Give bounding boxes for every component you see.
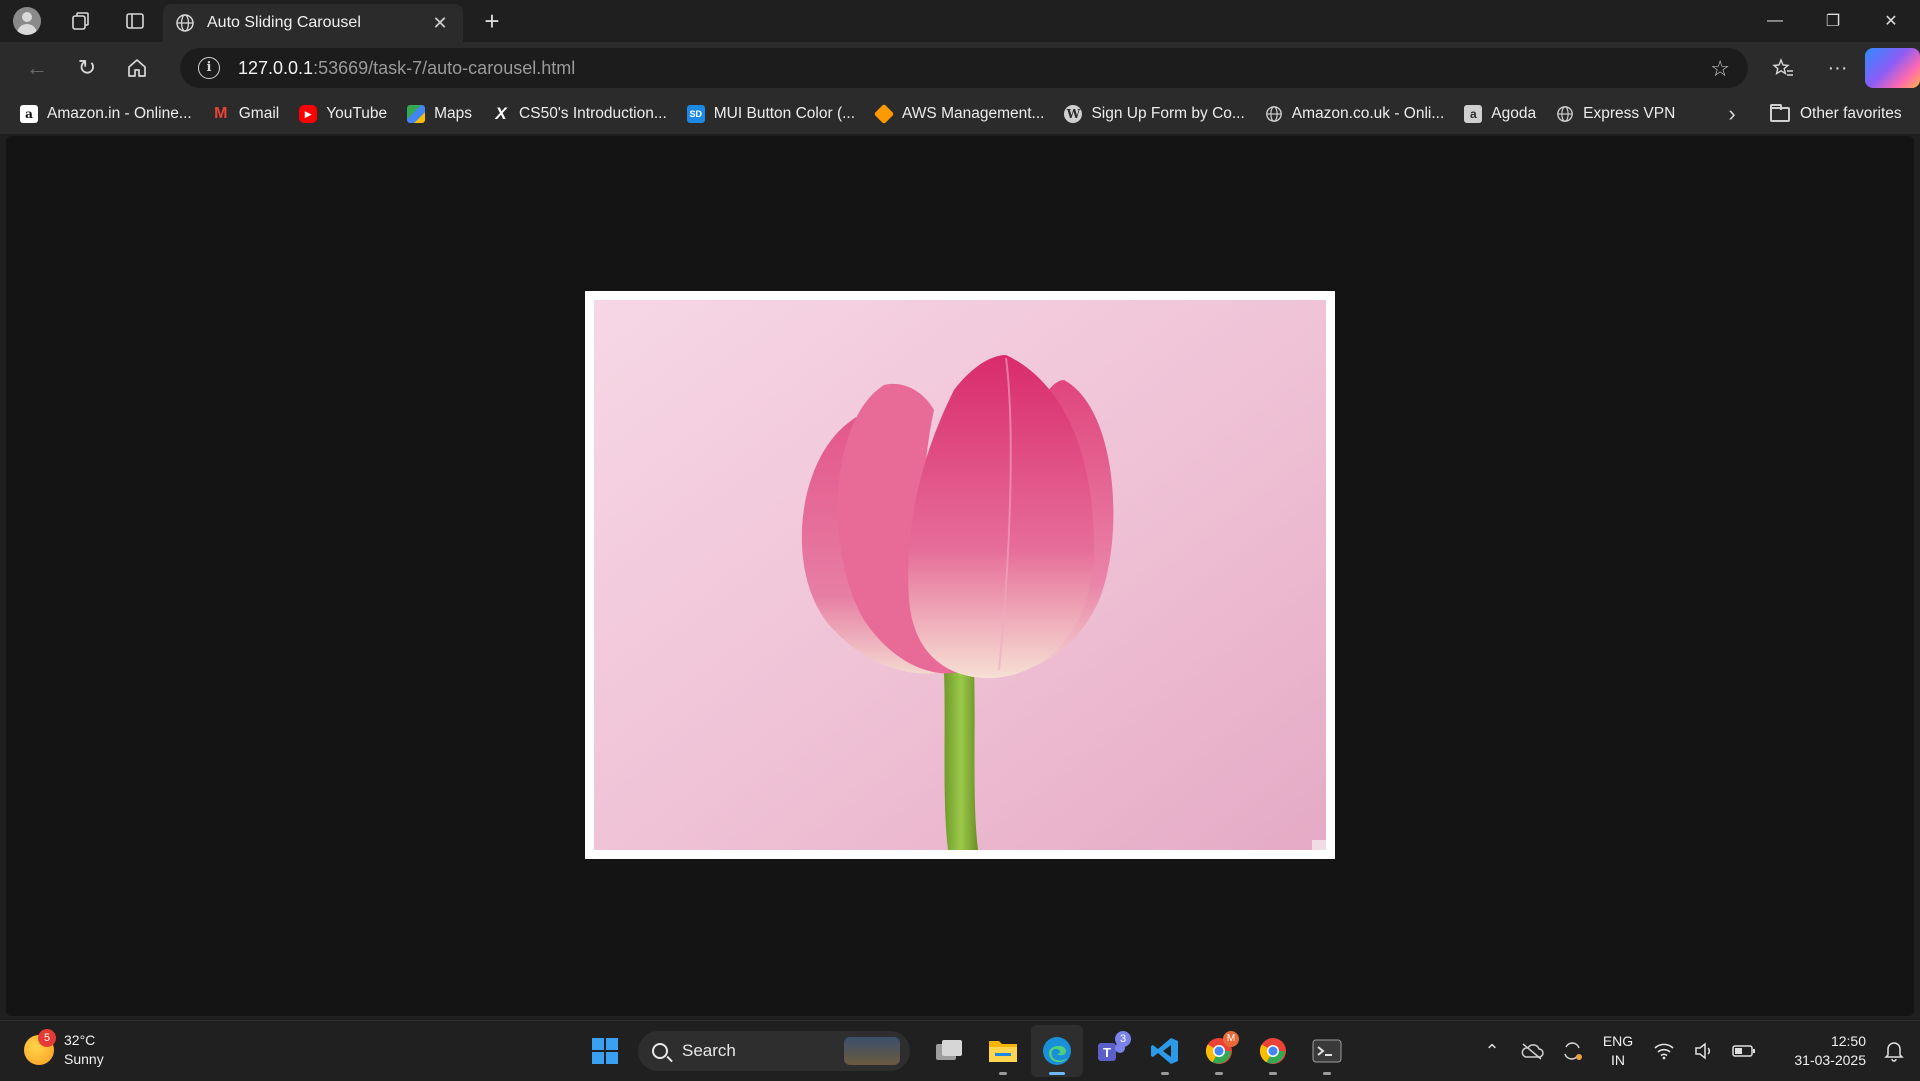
system-clock[interactable]: 12:50 31-03-2025 xyxy=(1776,1032,1866,1070)
taskbar-terminal[interactable] xyxy=(1301,1025,1353,1077)
system-tray: ⌃ ENG IN 12:50 31-03-2025 xyxy=(1472,1021,1920,1081)
notifications-bell-icon[interactable] xyxy=(1874,1031,1914,1071)
tab-auto-sliding-carousel[interactable]: Auto Sliding Carousel ✕ xyxy=(163,4,463,42)
taskbar-teams[interactable]: T 3 xyxy=(1085,1025,1137,1077)
settings-more-button[interactable]: ··· xyxy=(1810,48,1865,88)
folder-icon xyxy=(1770,103,1790,122)
bookmarks-bar: a Amazon.in - Online... M Gmail ▶ YouTube M… xyxy=(0,94,1920,134)
task-view-icon xyxy=(936,1040,962,1060)
close-tab-icon[interactable]: ✕ xyxy=(429,13,451,34)
weather-temperature: 32°C xyxy=(64,1032,96,1048)
taskbar-chrome-profile[interactable]: M xyxy=(1193,1025,1245,1077)
gmail-icon: M xyxy=(214,105,228,122)
sync-icon[interactable] xyxy=(1552,1031,1592,1071)
favorites-button[interactable] xyxy=(1755,48,1810,88)
refresh-button[interactable]: ↻ xyxy=(62,48,112,88)
windows-icon xyxy=(592,1038,618,1064)
sd-icon: SD xyxy=(686,105,705,123)
page-viewport xyxy=(6,136,1914,1016)
globe-icon xyxy=(176,14,194,32)
copilot-button[interactable] xyxy=(1865,48,1920,88)
minimize-button[interactable]: — xyxy=(1746,0,1804,42)
input-language[interactable]: ENG IN xyxy=(1592,1032,1644,1070)
start-button[interactable] xyxy=(579,1025,631,1077)
vertical-tabs-icon xyxy=(126,13,144,29)
agoda-icon: a xyxy=(1464,105,1483,123)
show-hidden-icons-chevron-icon[interactable]: ⌃ xyxy=(1472,1031,1512,1071)
taskbar-edge[interactable] xyxy=(1031,1025,1083,1077)
taskbar-vscode[interactable] xyxy=(1139,1025,1191,1077)
bookmark-maps[interactable]: Maps xyxy=(397,98,482,130)
x-icon: X xyxy=(495,104,507,123)
bookmark-agoda[interactable]: a Agoda xyxy=(1454,98,1546,130)
chrome-profile-badge: M xyxy=(1223,1031,1239,1047)
bookmark-amazon-in[interactable]: a Amazon.in - Online... xyxy=(10,98,202,130)
new-tab-button[interactable]: + xyxy=(478,8,506,36)
bookmark-aws[interactable]: AWS Management... xyxy=(865,98,1054,130)
chrome-icon xyxy=(1259,1038,1286,1064)
bookmark-sign-up-form[interactable]: W Sign Up Form by Co... xyxy=(1054,98,1254,130)
bookmark-youtube[interactable]: ▶ YouTube xyxy=(289,98,397,130)
title-bar: Auto Sliding Carousel ✕ + — ❐ ✕ xyxy=(0,0,1920,42)
globe-icon xyxy=(1556,105,1574,123)
maps-icon xyxy=(407,105,426,123)
home-button[interactable] xyxy=(112,48,162,88)
onedrive-icon[interactable] xyxy=(1512,1031,1552,1071)
weather-widget[interactable]: 5 32°C Sunny xyxy=(24,1029,104,1069)
aws-icon xyxy=(873,103,895,125)
navigation-bar: ← ↻ i 127.0.0.1:53669/task-7/auto-carous… xyxy=(0,42,1920,94)
task-view-button[interactable] xyxy=(923,1025,975,1077)
search-highlight-icon xyxy=(844,1037,900,1065)
address-bar[interactable]: i 127.0.0.1:53669/task-7/auto-carousel.h… xyxy=(180,48,1748,88)
more-bookmarks-chevron-icon[interactable]: › xyxy=(1716,98,1748,130)
taskbar: 5 32°C Sunny Search T 3 M ⌃ ENG IN 12:50… xyxy=(0,1020,1920,1080)
vertical-tabs-button[interactable] xyxy=(108,0,162,42)
home-icon xyxy=(128,59,146,77)
wordpress-icon: W xyxy=(1064,105,1083,123)
bookmark-cs50[interactable]: X CS50's Introduction... xyxy=(482,98,677,130)
copilot-icon xyxy=(1865,48,1920,88)
back-button[interactable]: ← xyxy=(12,48,62,88)
carousel-frame xyxy=(585,291,1335,859)
teams-badge: 3 xyxy=(1115,1031,1131,1047)
bookmark-amazon-co-uk[interactable]: Amazon.co.uk - Onli... xyxy=(1255,98,1454,130)
profile-button[interactable] xyxy=(0,0,54,42)
volume-icon[interactable] xyxy=(1684,1031,1724,1071)
favorite-star-icon[interactable]: ☆ xyxy=(1710,56,1730,82)
weather-badge: 5 xyxy=(38,1029,56,1047)
bookmark-express-vpn[interactable]: Express VPN xyxy=(1546,98,1685,130)
vscode-icon xyxy=(1151,1038,1178,1064)
sun-icon: 5 xyxy=(24,1029,56,1065)
weather-condition: Sunny xyxy=(64,1051,104,1067)
taskbar-file-explorer[interactable] xyxy=(977,1025,1029,1077)
site-info-icon[interactable]: i xyxy=(198,57,220,79)
profile-avatar-icon xyxy=(13,7,41,35)
file-explorer-icon xyxy=(989,1041,1017,1062)
workspaces-button[interactable] xyxy=(54,0,108,42)
carousel-slide[interactable] xyxy=(594,300,1326,850)
terminal-icon xyxy=(1312,1039,1342,1063)
globe-icon xyxy=(1265,105,1283,123)
favorites-icon xyxy=(1771,58,1793,76)
bookmark-gmail[interactable]: M Gmail xyxy=(202,98,289,130)
youtube-icon: ▶ xyxy=(299,105,318,123)
bookmark-mui-button[interactable]: SD MUI Button Color (... xyxy=(677,98,865,130)
close-window-button[interactable]: ✕ xyxy=(1862,0,1920,42)
svg-text:T: T xyxy=(1103,1045,1111,1060)
search-icon xyxy=(652,1043,668,1059)
restore-button[interactable]: ❐ xyxy=(1804,0,1862,42)
url-text: 127.0.0.1:53669/task-7/auto-carousel.htm… xyxy=(238,57,576,78)
tulip-image xyxy=(594,300,1326,850)
taskbar-chrome[interactable] xyxy=(1247,1025,1299,1077)
amazon-icon: a xyxy=(20,105,38,123)
other-favorites-folder[interactable]: Other favorites xyxy=(1770,98,1902,130)
taskbar-search[interactable]: Search xyxy=(638,1031,910,1071)
battery-icon[interactable] xyxy=(1724,1031,1764,1071)
tab-title: Auto Sliding Carousel xyxy=(207,14,361,31)
wifi-icon[interactable] xyxy=(1644,1031,1684,1071)
workspaces-icon xyxy=(72,12,89,30)
edge-icon xyxy=(1043,1037,1071,1065)
